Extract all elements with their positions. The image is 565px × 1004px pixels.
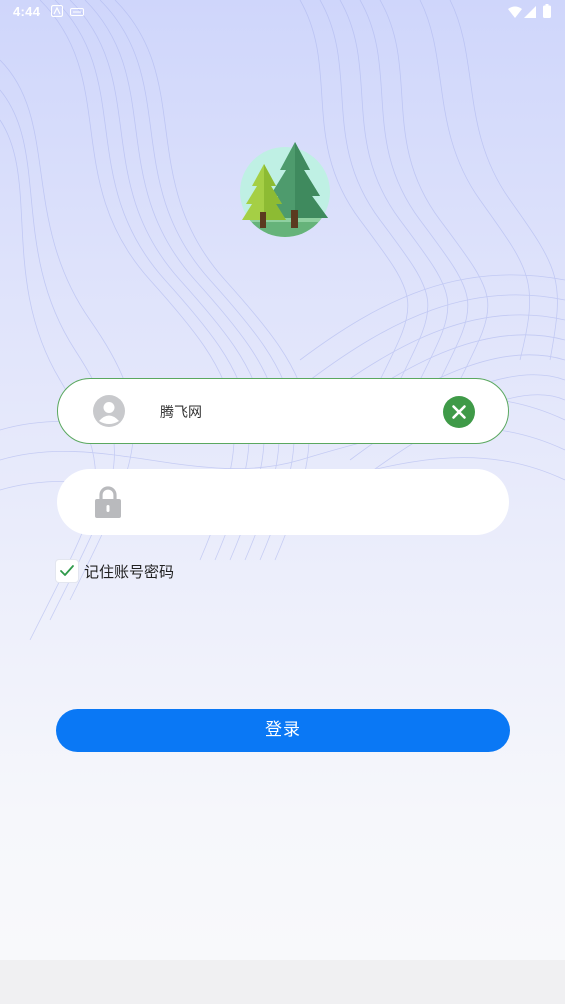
username-value[interactable]: 腾飞网 bbox=[160, 402, 202, 422]
app-notification-icon bbox=[51, 5, 63, 17]
status-time: 4:44 bbox=[13, 4, 41, 19]
battery-icon bbox=[543, 4, 551, 18]
forest-logo bbox=[240, 142, 330, 237]
lock-icon bbox=[95, 486, 121, 518]
user-avatar-icon bbox=[93, 395, 125, 427]
status-bar: 4:44 bbox=[0, 0, 565, 24]
wifi-icon bbox=[508, 6, 522, 18]
username-field[interactable]: 腾飞网 bbox=[57, 378, 509, 444]
remember-checkbox[interactable] bbox=[56, 560, 78, 582]
check-icon bbox=[60, 565, 74, 576]
background-contour-pattern bbox=[0, 0, 565, 641]
signal-icon bbox=[524, 6, 536, 18]
navigation-bar-area bbox=[0, 960, 565, 1004]
remember-label: 记住账号密码 bbox=[84, 563, 175, 581]
password-field[interactable] bbox=[57, 469, 509, 535]
clear-username-button[interactable] bbox=[443, 396, 475, 428]
notification-icon bbox=[70, 8, 84, 16]
login-button[interactable]: 登录 bbox=[56, 709, 510, 752]
login-screen: 4:44 腾飞网 记住账号密码 登录 bbox=[0, 0, 565, 960]
